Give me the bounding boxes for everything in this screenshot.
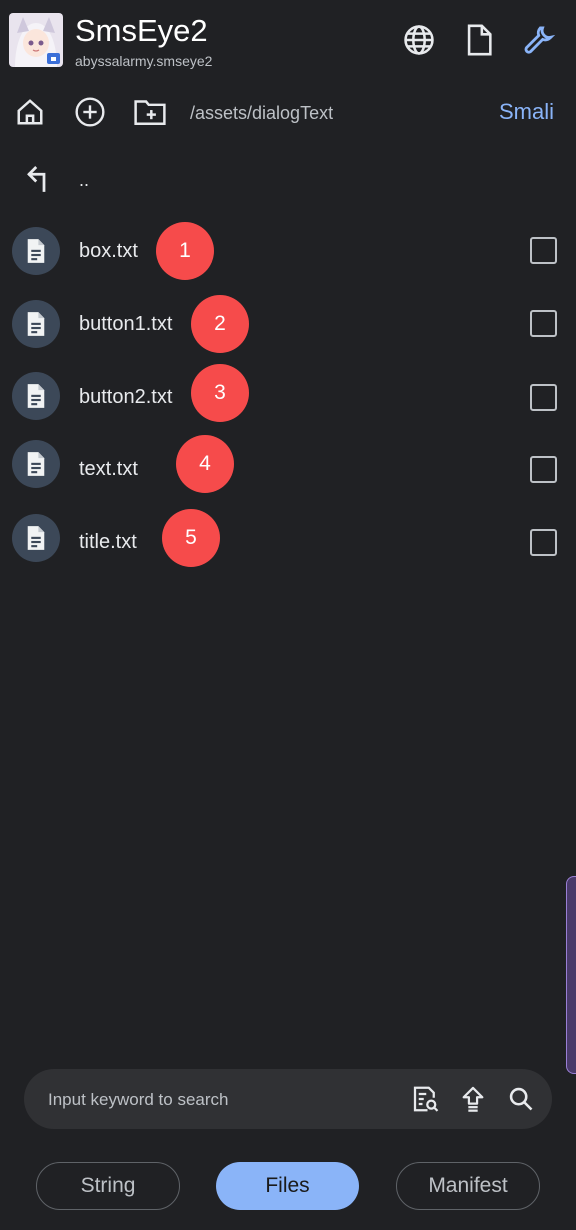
number-badge: 4 [176,435,234,493]
search-input[interactable]: Input keyword to search [48,1090,228,1110]
list-item[interactable]: button2.txt 3 [0,364,576,424]
edge-panel-handle[interactable] [566,876,576,1074]
file-name: box.txt [79,240,138,262]
file-checkbox[interactable] [530,310,557,337]
tab-files[interactable]: Files [216,1162,359,1210]
tab-manifest[interactable]: Manifest [396,1162,540,1210]
new-folder-icon[interactable] [132,94,168,130]
search-icon[interactable] [503,1081,539,1117]
find-in-page-icon[interactable] [407,1081,443,1117]
file-checkbox[interactable] [530,237,557,264]
add-circle-icon[interactable] [72,94,108,130]
app-package-name: abyssalarmy.smseye2 [75,53,213,69]
back-arrow-icon[interactable] [22,160,56,196]
document-icon [12,300,60,348]
number-badge: 1 [156,222,214,280]
smali-button[interactable]: Smali [499,99,554,125]
file-checkbox[interactable] [530,456,557,483]
list-item[interactable]: box.txt 1 [0,222,576,282]
upload-icon[interactable] [455,1081,491,1117]
number-badge: 2 [191,295,249,353]
number-badge: 5 [162,509,220,567]
file-name: text.txt [79,458,138,480]
globe-icon[interactable] [401,22,437,58]
document-icon [12,440,60,488]
home-icon[interactable] [12,94,48,130]
parent-directory-label[interactable]: .. [79,170,89,191]
document-icon [12,372,60,420]
app-icon [9,13,63,67]
list-item[interactable]: text.txt 4 [0,435,576,495]
number-badge: 3 [191,364,249,422]
list-item[interactable]: button1.txt 2 [0,295,576,355]
file-name: button2.txt [79,386,173,408]
document-icon [12,514,60,562]
file-name: title.txt [79,531,137,553]
tab-string[interactable]: String [36,1162,180,1210]
app-title: SmsEye2 [75,13,208,48]
file-icon[interactable] [461,22,497,58]
current-path: /assets/dialogText [190,103,334,123]
file-name: button1.txt [79,313,173,335]
file-checkbox[interactable] [530,384,557,411]
list-item[interactable]: title.txt 5 [0,509,576,569]
document-icon [12,227,60,275]
wrench-icon[interactable] [521,22,557,58]
search-bar[interactable]: Input keyword to search [24,1069,552,1129]
file-checkbox[interactable] [530,529,557,556]
